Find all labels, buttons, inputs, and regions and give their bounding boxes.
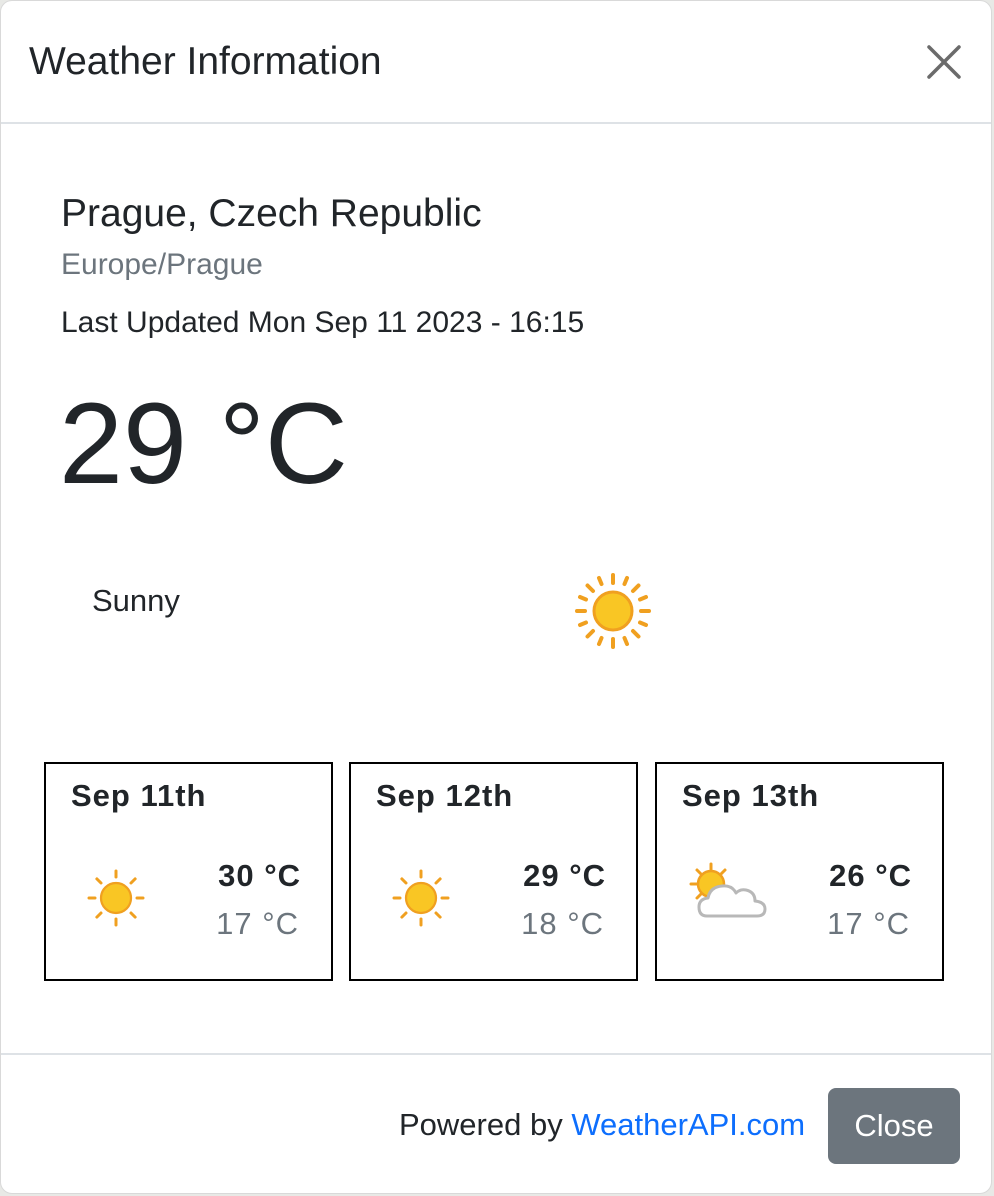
modal-title: Weather Information <box>29 40 382 83</box>
sun-icon <box>86 868 158 940</box>
powered-by-text: Powered by <box>399 1107 572 1142</box>
close-button[interactable]: Close <box>828 1088 960 1164</box>
current-temperature: 29 °C <box>59 380 348 508</box>
forecast-date: Sep 13th <box>682 778 820 813</box>
powered-by: Powered by WeatherAPI.com <box>399 1105 805 1145</box>
forecast-card: Sep 11th 30 °C 17 °C <box>44 762 333 981</box>
timezone-label: Europe/Prague <box>61 248 263 281</box>
forecast-low: 17 °C <box>216 906 299 941</box>
sun-icon <box>391 868 463 940</box>
weather-modal: Weather Information Prague, Czech Republ… <box>0 0 992 1194</box>
weatherapi-link[interactable]: WeatherAPI.com <box>571 1107 805 1142</box>
forecast-card: Sep 12th 29 °C 18 °C <box>349 762 638 981</box>
forecast-date: Sep 11th <box>71 778 207 813</box>
forecast-date: Sep 12th <box>376 778 514 813</box>
location-name: Prague, Czech Republic <box>61 192 482 235</box>
close-icon[interactable] <box>919 37 969 87</box>
forecast-high: 26 °C <box>829 858 912 893</box>
last-updated: Last Updated Mon Sep 11 2023 - 16:15 <box>61 306 585 339</box>
forecast-card: Sep 13th 26 °C 17 °C <box>655 762 944 981</box>
forecast-high: 30 °C <box>218 858 301 893</box>
forecast-high: 29 °C <box>523 858 606 893</box>
modal-header: Weather Information <box>1 1 991 124</box>
forecast-low: 18 °C <box>521 906 604 941</box>
sun-icon <box>573 571 653 651</box>
partly-cloudy-icon <box>685 860 775 930</box>
current-condition: Sunny <box>92 583 180 618</box>
forecast-low: 17 °C <box>827 906 910 941</box>
